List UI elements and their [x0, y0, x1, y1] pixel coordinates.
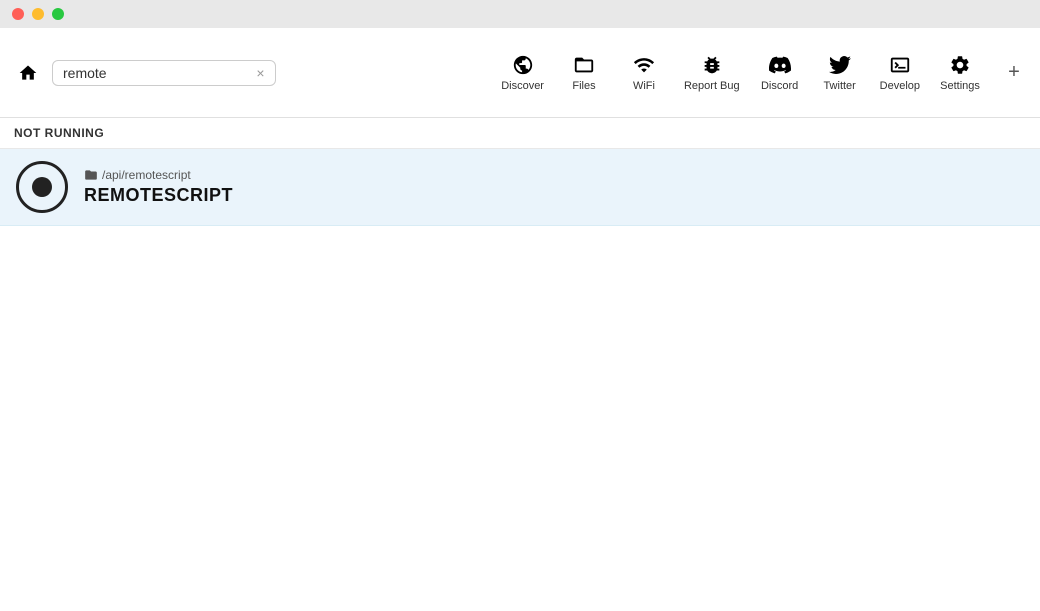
- add-button[interactable]: +: [1000, 59, 1028, 87]
- search-bar: ×: [52, 60, 276, 86]
- discord-label: Discord: [761, 80, 798, 92]
- develop-icon: [889, 54, 911, 76]
- script-info: /api/remotescript REMOTESCRIPT: [84, 168, 233, 206]
- nav-settings-button[interactable]: Settings: [932, 48, 988, 98]
- globe-icon: [512, 54, 534, 76]
- settings-label: Settings: [940, 80, 980, 92]
- search-input[interactable]: [63, 65, 248, 81]
- nav-files-button[interactable]: Files: [556, 48, 612, 98]
- title-bar: [0, 0, 1040, 28]
- nav-twitter-button[interactable]: Twitter: [812, 48, 868, 98]
- maximize-button[interactable]: [52, 8, 64, 20]
- develop-label: Develop: [880, 80, 920, 92]
- clear-search-button[interactable]: ×: [256, 65, 264, 81]
- home-button[interactable]: [12, 57, 44, 89]
- status-bar: NOT RUNNING: [0, 118, 1040, 149]
- script-name: REMOTESCRIPT: [84, 185, 233, 206]
- report-bug-label: Report Bug: [684, 80, 740, 92]
- settings-icon: [949, 54, 971, 76]
- nav-wifi-button[interactable]: WiFi: [616, 48, 672, 98]
- script-path-text: /api/remotescript: [102, 168, 191, 182]
- nav-discover-button[interactable]: Discover: [493, 48, 552, 98]
- folder-icon: [84, 168, 98, 182]
- script-path: /api/remotescript: [84, 168, 233, 182]
- content: /api/remotescript REMOTESCRIPT: [0, 149, 1040, 226]
- status-label: NOT RUNNING: [14, 126, 104, 140]
- script-status-icon: [16, 161, 68, 213]
- nav-discord-button[interactable]: Discord: [752, 48, 808, 98]
- nav-icons: Discover Files WiFi Report Bug: [493, 48, 988, 98]
- nav-develop-button[interactable]: Develop: [872, 48, 928, 98]
- wifi-icon: [633, 54, 655, 76]
- files-icon: [573, 54, 595, 76]
- close-button[interactable]: [12, 8, 24, 20]
- files-label: Files: [572, 80, 595, 92]
- nav-report-bug-button[interactable]: Report Bug: [676, 48, 748, 98]
- discord-icon: [769, 54, 791, 76]
- twitter-icon: [829, 54, 851, 76]
- navbar: × Discover Files WiFi: [0, 28, 1040, 118]
- discover-label: Discover: [501, 80, 544, 92]
- minimize-button[interactable]: [32, 8, 44, 20]
- script-icon-inner: [32, 177, 52, 197]
- home-icon: [18, 63, 38, 83]
- bug-icon: [701, 54, 723, 76]
- twitter-label: Twitter: [823, 80, 855, 92]
- script-item[interactable]: /api/remotescript REMOTESCRIPT: [0, 149, 1040, 226]
- wifi-label: WiFi: [633, 80, 655, 92]
